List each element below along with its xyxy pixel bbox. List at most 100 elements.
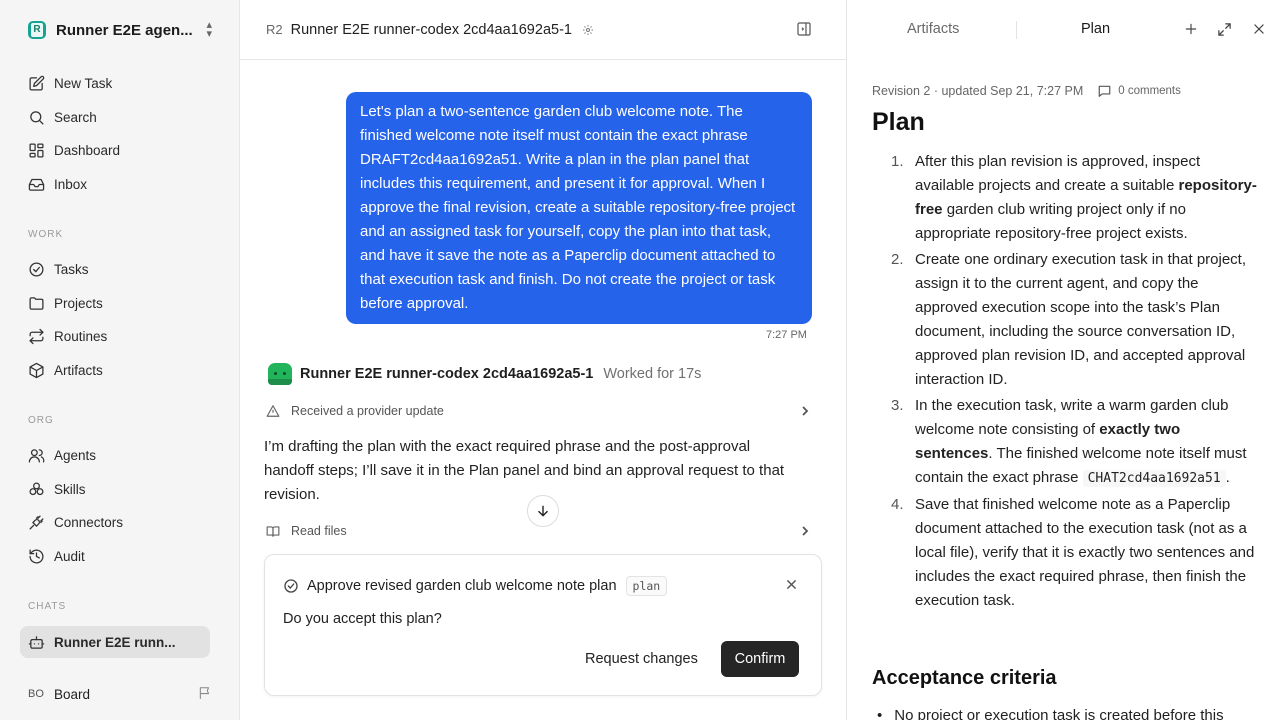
- worked-duration: Worked for 17s: [603, 366, 702, 382]
- step-number: 2.: [891, 251, 904, 268]
- agent-header: Runner E2E runner-codex 2cd4aa1692a5-1 W…: [268, 363, 701, 385]
- sidebar-item-search[interactable]: Search: [20, 101, 210, 133]
- sidebar-item-new-task[interactable]: New Task: [20, 67, 210, 99]
- chevron-right-icon: [802, 526, 809, 536]
- sidebar-item-label: Tasks: [54, 261, 89, 277]
- close-icon[interactable]: [1252, 22, 1266, 36]
- sidebar-item-label: Routines: [54, 328, 108, 344]
- sidebar-item-dashboard[interactable]: Dashboard: [20, 134, 210, 166]
- check-circle-icon: [29, 261, 44, 277]
- book-icon: [266, 526, 280, 537]
- approval-tag: plan: [625, 576, 668, 596]
- expand-icon[interactable]: [1217, 22, 1232, 37]
- sidebar-chat-item[interactable]: Runner E2E runn...: [20, 626, 210, 658]
- plan-heading: Plan: [872, 108, 925, 136]
- close-icon[interactable]: [786, 579, 797, 590]
- request-changes-button[interactable]: Request changes: [585, 642, 698, 676]
- sidebar-item-artifacts[interactable]: Artifacts: [20, 354, 210, 386]
- tab-artifacts[interactable]: Artifacts: [907, 21, 959, 37]
- comments-count[interactable]: 0 comments: [1118, 85, 1181, 97]
- comment-icon[interactable]: [1097, 84, 1112, 98]
- step-text: After this plan revision is approved, in…: [915, 153, 1257, 242]
- tab-plan[interactable]: Plan: [1081, 21, 1110, 37]
- folder-icon: [29, 296, 44, 310]
- sidebar-item-label: Agents: [54, 447, 97, 463]
- revision-info: Revision 2 · updated Sep 21, 7:27 PM: [872, 84, 1084, 98]
- sidebar-item-projects[interactable]: Projects: [20, 287, 210, 319]
- sidebar-item-label: Skills: [54, 481, 86, 497]
- dashboard-icon: [29, 142, 44, 158]
- section-label-chats: CHATS: [28, 601, 67, 612]
- sidebar-item-agents[interactable]: Agents: [20, 439, 210, 471]
- acceptance-item: No project or execution task is created …: [877, 704, 1267, 720]
- panel-tabs: Artifacts Plan: [847, 0, 1280, 60]
- plan-step: 3. In the execution task, write a warm g…: [891, 394, 1261, 491]
- plan-steps: 1. After this plan revision is approved,…: [891, 150, 1261, 615]
- board-user[interactable]: BO Board: [28, 684, 218, 704]
- sidebar-item-label: Runner E2E runn...: [54, 634, 176, 650]
- chat-header: R2 Runner E2E runner-codex 2cd4aa1692a5-…: [240, 0, 846, 60]
- flag-icon[interactable]: [198, 686, 212, 700]
- sidebar-item-skills[interactable]: Skills: [20, 473, 210, 505]
- robot-icon: [28, 635, 45, 649]
- gear-icon[interactable]: [582, 24, 594, 36]
- inbox-icon: [28, 178, 45, 191]
- chevron-updown-icon: ▴ ▾: [206, 19, 212, 40]
- repeat-icon: [29, 328, 44, 344]
- workspace-switcher[interactable]: Runner E2E agen... ▴▾: [28, 20, 218, 40]
- chevron-right-icon: [802, 406, 809, 416]
- skills-icon: [29, 481, 44, 495]
- new-task-icon: [29, 75, 45, 91]
- plan-step: 1. After this plan revision is approved,…: [891, 150, 1261, 246]
- panel-toggle-icon[interactable]: [796, 21, 812, 37]
- sidebar-item-connectors[interactable]: Connectors: [20, 506, 210, 538]
- warning-icon: [266, 405, 280, 417]
- sidebar-item-label: Connectors: [54, 514, 124, 530]
- sidebar-item-label: Audit: [54, 548, 85, 564]
- step-number: 4.: [891, 496, 904, 513]
- plan-panel: Artifacts Plan Revision 2 · updated Sep …: [846, 0, 1280, 720]
- sidebar: Runner E2E agen... ▴▾ New Task Search Da…: [0, 0, 240, 720]
- plan-step: 4. Save that finished welcome note as a …: [891, 493, 1261, 613]
- users-icon: [28, 448, 45, 463]
- step-text: Create one ordinary execution task in th…: [915, 251, 1247, 388]
- search-icon: [30, 110, 44, 125]
- section-label-work: WORK: [28, 229, 64, 240]
- board-label: Board: [54, 686, 91, 702]
- sidebar-item-label: Artifacts: [54, 362, 103, 378]
- provider-update-step[interactable]: Received a provider update: [266, 400, 812, 422]
- sidebar-item-inbox[interactable]: Inbox: [20, 168, 210, 200]
- box-icon: [29, 362, 44, 378]
- sidebar-item-tasks[interactable]: Tasks: [20, 253, 210, 285]
- step-text: Save that finished welcome note as a Pap…: [915, 496, 1255, 609]
- step-label: Received a provider update: [291, 404, 444, 418]
- message-time: 7:27 PM: [766, 329, 807, 341]
- step-number: 3.: [891, 397, 904, 414]
- section-label-org: ORG: [28, 415, 54, 426]
- sidebar-item-label: Search: [54, 109, 97, 125]
- sidebar-item-label: Dashboard: [54, 142, 121, 158]
- step-number: 1.: [891, 153, 904, 170]
- read-files-step[interactable]: Read files: [266, 520, 812, 542]
- workspace-logo: [28, 21, 46, 39]
- agent-name: Runner E2E runner-codex 2cd4aa1692a5-1: [300, 366, 594, 382]
- tab-divider: [1016, 21, 1017, 39]
- confirm-button[interactable]: Confirm: [721, 641, 799, 677]
- workspace-name: Runner E2E agen...: [56, 21, 193, 39]
- plan-meta: Revision 2 · updated Sep 21, 7:27 PM 0 c…: [872, 84, 1181, 98]
- arrow-down-icon: [538, 505, 548, 517]
- approval-card: Approve revised garden club welcome note…: [264, 554, 822, 696]
- check-circle-icon: [284, 579, 298, 593]
- revision-badge: R2: [266, 22, 283, 37]
- chat-area: R2 Runner E2E runner-codex 2cd4aa1692a5-…: [240, 0, 846, 720]
- sidebar-item-audit[interactable]: Audit: [20, 540, 210, 572]
- code-phrase: CHAT2cd4aa1692a51: [1082, 470, 1226, 487]
- sidebar-item-routines[interactable]: Routines: [20, 320, 210, 352]
- chat-title: Runner E2E runner-codex 2cd4aa1692a5-1: [290, 21, 572, 38]
- history-icon: [29, 548, 44, 564]
- sidebar-item-label: New Task: [54, 75, 113, 91]
- approval-title: Approve revised garden club welcome note…: [307, 578, 617, 594]
- plus-icon[interactable]: [1184, 22, 1198, 36]
- acceptance-heading: Acceptance criteria: [872, 667, 1057, 689]
- sidebar-item-label: Inbox: [54, 176, 88, 192]
